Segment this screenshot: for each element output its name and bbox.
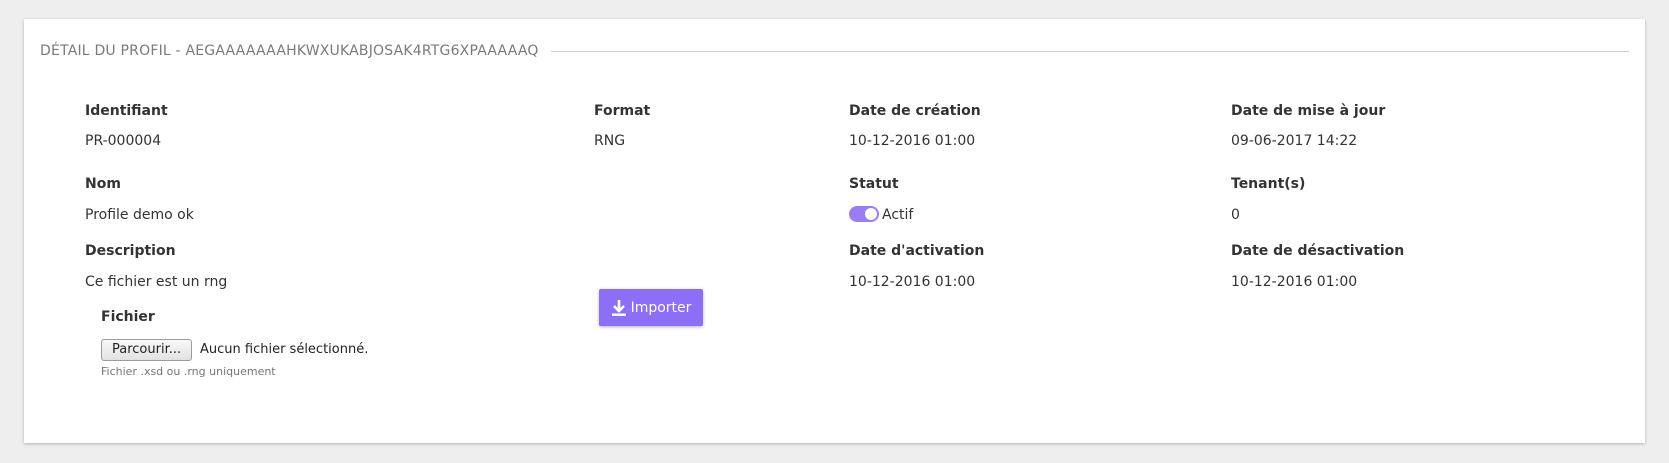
header-divider: [550, 50, 1629, 52]
date-activation-value: 10-12-2016 01:00: [849, 274, 976, 290]
date-desactivation-label: Date de désactivation: [1231, 243, 1405, 259]
panel-header: DÉTAIL DU PROFIL - AEGAAAAAAAHKWXUKABJOS…: [40, 39, 1629, 63]
description-label: Description: [85, 243, 176, 259]
date-desactivation-value: 10-12-2016 01:00: [1231, 274, 1358, 290]
nom-value: Profile demo ok: [85, 207, 194, 223]
file-type-hint: Fichier .xsd ou .rng uniquement: [101, 365, 276, 378]
identifiant-label: Identifiant: [85, 103, 168, 119]
date-maj-value: 09-06-2017 14:22: [1231, 133, 1358, 149]
tenants-label: Tenant(s): [1231, 176, 1306, 192]
import-button-label: Importer: [630, 299, 692, 316]
identifiant-value: PR-000004: [85, 133, 162, 149]
browse-button[interactable]: Parcourir...: [101, 339, 193, 361]
description-value: Ce fichier est un rng: [85, 274, 228, 290]
profile-detail-panel: DÉTAIL DU PROFIL - AEGAAAAAAAHKWXUKABJOS…: [24, 19, 1645, 443]
date-maj-label: Date de mise à jour: [1231, 103, 1386, 119]
fichier-label: Fichier: [101, 309, 155, 325]
panel-title: DÉTAIL DU PROFIL - AEGAAAAAAAHKWXUKABJOS…: [40, 43, 539, 59]
no-file-selected-text: Aucun fichier sélectionné.: [200, 342, 369, 357]
statut-toggle[interactable]: [849, 206, 879, 222]
nom-label: Nom: [85, 176, 121, 192]
format-label: Format: [594, 103, 651, 119]
format-value: RNG: [594, 133, 626, 149]
toggle-knob: [865, 208, 877, 220]
tenants-value: 0: [1231, 207, 1240, 223]
download-icon: [611, 299, 627, 317]
date-creation-value: 10-12-2016 01:00: [849, 133, 976, 149]
statut-label: Statut: [849, 176, 899, 192]
import-button[interactable]: Importer: [599, 289, 703, 326]
date-activation-label: Date d'activation: [849, 243, 985, 259]
statut-value: Actif: [882, 207, 914, 223]
date-creation-label: Date de création: [849, 103, 981, 119]
